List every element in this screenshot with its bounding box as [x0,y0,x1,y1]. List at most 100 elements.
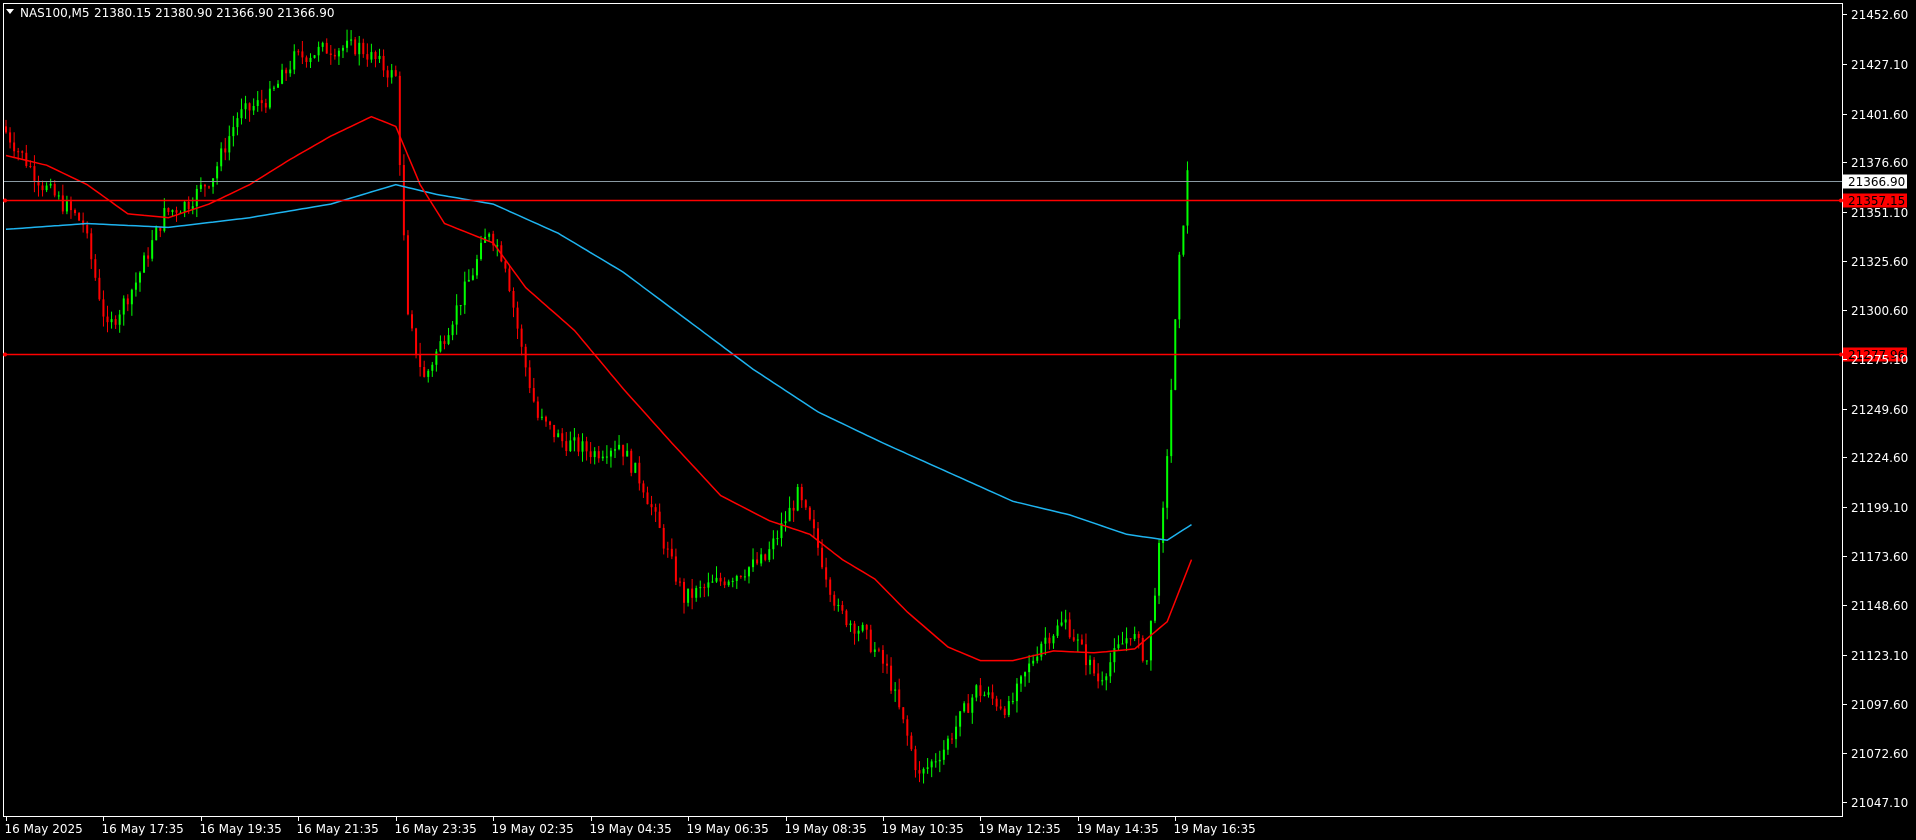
candle-body [114,319,117,325]
candle-body [918,770,921,774]
candle [926,758,929,774]
candles-layer [5,29,1189,784]
candle [122,295,125,326]
candle [894,682,897,702]
candle [508,264,511,293]
candle-body [662,527,665,549]
candle-body [208,186,210,188]
candle [910,732,913,752]
candle [285,67,288,81]
candle [1166,449,1169,520]
candle [78,212,81,222]
candle-body [1125,638,1128,644]
candle [203,183,206,197]
candle-body [906,719,909,736]
candle-body [516,307,519,329]
candle-body [877,649,880,651]
candle-body [272,87,275,89]
candle [869,624,872,654]
level-anchor-handle[interactable] [3,352,7,357]
chevron-down-icon[interactable] [6,9,14,14]
candle [817,522,819,556]
candle [979,678,982,703]
candle-body [800,487,803,501]
candle-body [926,767,929,769]
candle [244,95,247,119]
candle-body [17,151,20,153]
candle-body [74,210,77,214]
candle-body [41,185,44,191]
candle [1158,538,1161,605]
candle-body [975,685,978,698]
candle [126,294,129,312]
candle-body [605,456,608,458]
header-symbol: NAS100,M5 [20,6,90,20]
price-axis-label: 21097.60 [1851,698,1908,712]
candle [1089,655,1092,675]
candle [898,678,901,710]
candle-body [69,201,72,211]
price-chart[interactable]: NAS100,M5 21380.15 21380.90 21366.90 213… [0,0,1916,840]
candle-body [557,433,560,438]
candle-body [94,259,97,278]
candle-body [1137,634,1140,638]
time-axis-label: 16 May 2025 [5,822,83,836]
candle [557,429,560,438]
candle-body [772,538,775,550]
candle [325,38,328,54]
candle-body [134,282,137,290]
candle [1109,652,1112,683]
candle [106,305,109,333]
candle-body [451,324,454,336]
candle-body [281,69,284,84]
price-axis-label: 21351.10 [1851,206,1908,220]
candle-body [703,587,706,589]
candle-body [1186,170,1189,226]
candle-body [930,761,933,768]
level-anchor-handle[interactable] [1839,198,1843,203]
candle-body [747,567,750,577]
candle-body [378,55,381,60]
candle [906,715,909,746]
candle-body [524,346,527,368]
candle-body [743,576,746,578]
candle-body [317,46,320,56]
candle-body [394,70,397,76]
candle-body [321,42,324,47]
candle [346,29,349,53]
candle [264,98,267,113]
candle [626,443,629,457]
candle [837,598,840,612]
candle-body [439,341,442,352]
price-axis-label: 21300.60 [1851,304,1908,318]
candle [589,442,592,464]
candle [1020,675,1022,692]
candle-body [305,57,308,63]
candle-body [536,401,539,418]
candle-body [890,665,893,691]
candle-body [1089,659,1092,666]
candle [674,548,677,586]
candle [439,335,442,353]
candle [1003,706,1006,719]
candle [386,65,389,88]
candle-body [358,42,361,55]
candle-body [49,183,52,186]
candle-body [1052,635,1055,644]
candle [890,657,893,694]
candle [711,574,714,583]
trading-chart-window[interactable]: NAS100,M5 21380.15 21380.90 21366.90 213… [0,0,1916,840]
candle-body [187,201,190,209]
level-anchor-handle[interactable] [3,198,7,203]
candle-body [991,692,994,699]
price-axis[interactable]: 21452.60 21427.10 21401.60 21376.60 21351.10… [1842,8,1908,810]
time-axis[interactable]: 16 May 2025 16 May 17:35 16 May 19:35 16 Ma… [5,816,1256,836]
candle-body [228,136,231,153]
candle-body [370,52,373,60]
candle [374,50,377,68]
candle-body [167,208,170,212]
level-anchor-handle[interactable] [1839,352,1843,357]
candle [159,227,162,238]
candle [934,753,937,768]
candle [800,483,803,508]
